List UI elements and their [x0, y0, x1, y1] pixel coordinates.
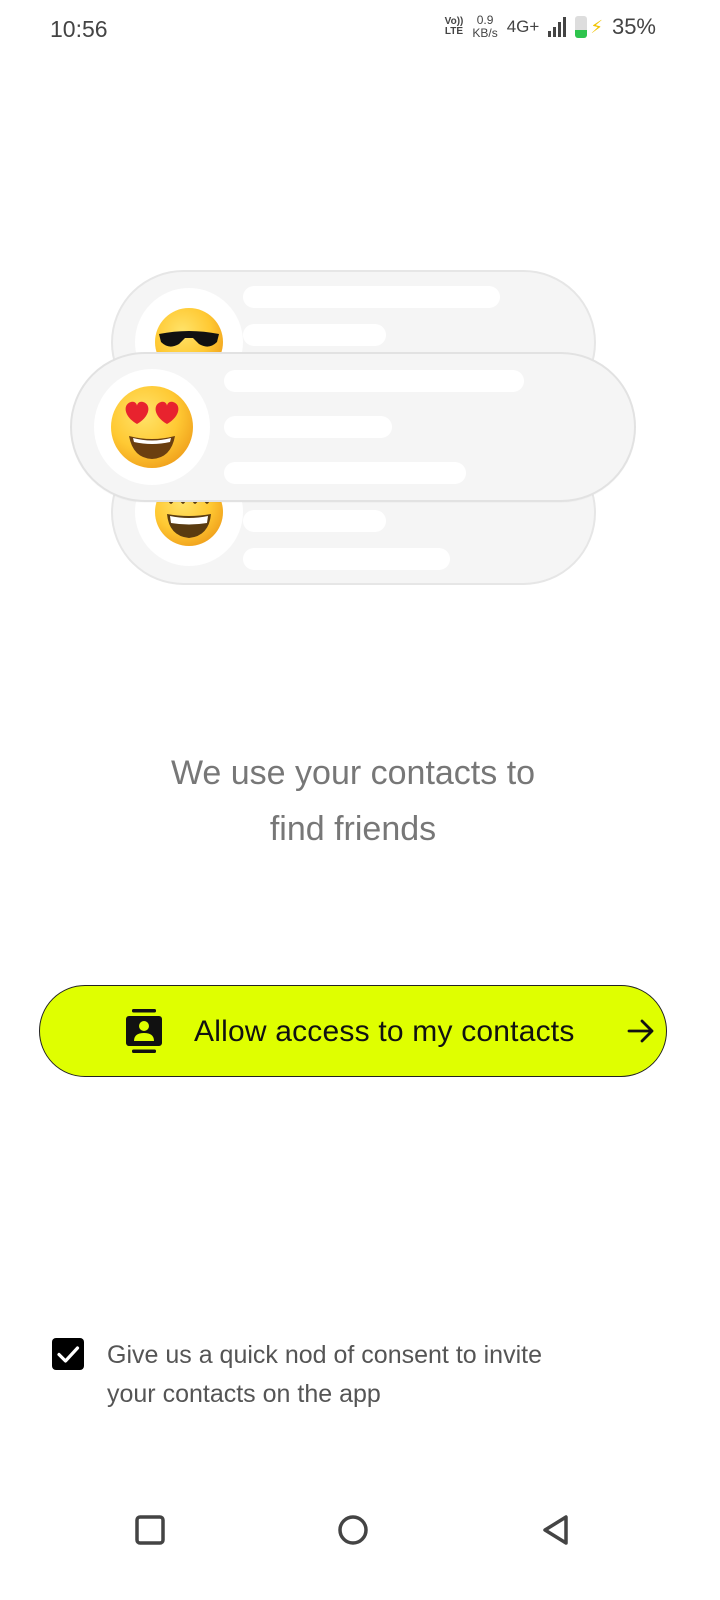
- recents-square-icon[interactable]: [130, 1510, 170, 1550]
- charging-icon: ⚡: [590, 16, 603, 37]
- volte-indicator: Vo)) LTE: [445, 17, 464, 37]
- placeholder-line: [224, 462, 466, 484]
- placeholder-line: [224, 370, 524, 392]
- status-time: 10:56: [50, 16, 108, 42]
- placeholder-line: [224, 416, 392, 438]
- system-nav-bar: [0, 1490, 720, 1570]
- back-triangle-icon[interactable]: [536, 1510, 576, 1550]
- home-circle-icon[interactable]: [333, 1510, 373, 1550]
- heart-eyes-emoji-icon: [111, 386, 193, 468]
- headline: We use your contacts to find friends: [60, 745, 646, 857]
- consent-row: Give us a quick nod of consent to invite…: [52, 1336, 652, 1416]
- allow-contacts-button[interactable]: Allow access to my contacts: [39, 985, 667, 1077]
- contacts-permission-screen: 10:56 Vo)) LTE 0.9 KB/s 4G+ ⚡ 35% We use…: [0, 0, 720, 1600]
- network-speed-unit: KB/s: [472, 26, 498, 40]
- consent-checkbox[interactable]: [52, 1338, 84, 1370]
- checkmark-icon: [57, 1346, 80, 1363]
- consent-text: Give us a quick nod of consent to invite…: [107, 1336, 647, 1414]
- battery-percent: 35%: [611, 14, 656, 39]
- status-bar: 10:56 Vo)) LTE 0.9 KB/s 4G+ ⚡ 35%: [0, 0, 720, 62]
- status-indicators: Vo)) LTE 0.9 KB/s 4G+ ⚡ 35%: [445, 14, 656, 40]
- placeholder-line: [243, 548, 450, 570]
- avatar: [94, 369, 210, 485]
- consent-text-line-2: your contacts on the app: [107, 1380, 381, 1408]
- battery-icon: [575, 16, 588, 38]
- placeholder-line: [243, 286, 500, 308]
- signal-icon: [548, 17, 567, 37]
- arrow-right-icon: [627, 1019, 654, 1043]
- contact-card-front: [70, 352, 636, 502]
- allow-contacts-label: Allow access to my contacts: [194, 1015, 575, 1048]
- contacts-book-icon: [126, 1009, 162, 1053]
- network-type: 4G+: [506, 17, 540, 36]
- network-speed: 0.9 KB/s: [472, 14, 497, 40]
- contacts-illustration: [0, 260, 720, 600]
- consent-text-line-1: Give us a quick nod of consent to invite: [107, 1341, 542, 1369]
- lte-label: LTE: [444, 26, 464, 37]
- placeholder-line: [243, 324, 386, 346]
- placeholder-line: [243, 510, 386, 532]
- headline-line-1: We use your contacts to: [170, 754, 536, 792]
- headline-line-2: find friends: [269, 810, 437, 848]
